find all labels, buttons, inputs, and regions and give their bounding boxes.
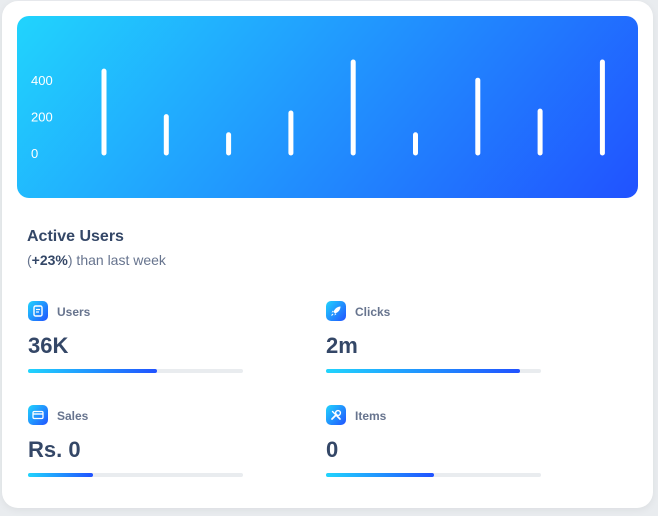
- stat-label: Items: [355, 409, 387, 423]
- progress-fill: [28, 369, 157, 373]
- subtitle-rest: ) than last week: [67, 252, 166, 268]
- y-tick-label: 200: [31, 110, 53, 125]
- rocket-icon: [326, 301, 346, 321]
- stat-value: 36K: [28, 333, 69, 358]
- active-users-card: 400 200 0 Active Users (+23%) than last we…: [2, 1, 653, 508]
- progress-track: [326, 369, 541, 373]
- y-tick-label: 0: [31, 146, 38, 161]
- card-title: Active Users: [27, 228, 124, 245]
- stat-label: Users: [57, 305, 91, 319]
- stat-value: Rs. 0: [28, 437, 81, 462]
- stat-value: 2m: [326, 333, 358, 358]
- progress-track: [28, 473, 243, 477]
- y-tick-label: 400: [31, 73, 53, 88]
- active-users-chart: 400 200 0: [17, 16, 638, 198]
- stat-label: Clicks: [355, 305, 391, 319]
- subtitle-change: +23%: [31, 252, 68, 268]
- progress-track: [326, 473, 541, 477]
- stat-value: 0: [326, 437, 339, 462]
- card-subtitle: (+23%) than last week: [27, 252, 166, 268]
- progress-fill: [326, 369, 520, 373]
- stat-label: Sales: [57, 409, 89, 423]
- credit-card-icon: [28, 405, 48, 425]
- wrench-icon: [326, 405, 346, 425]
- progress-fill: [28, 473, 93, 477]
- document-icon: [28, 301, 48, 321]
- progress-fill: [326, 473, 434, 477]
- bar-chart-svg: 400 200 0: [31, 59, 605, 161]
- progress-track: [28, 369, 243, 373]
